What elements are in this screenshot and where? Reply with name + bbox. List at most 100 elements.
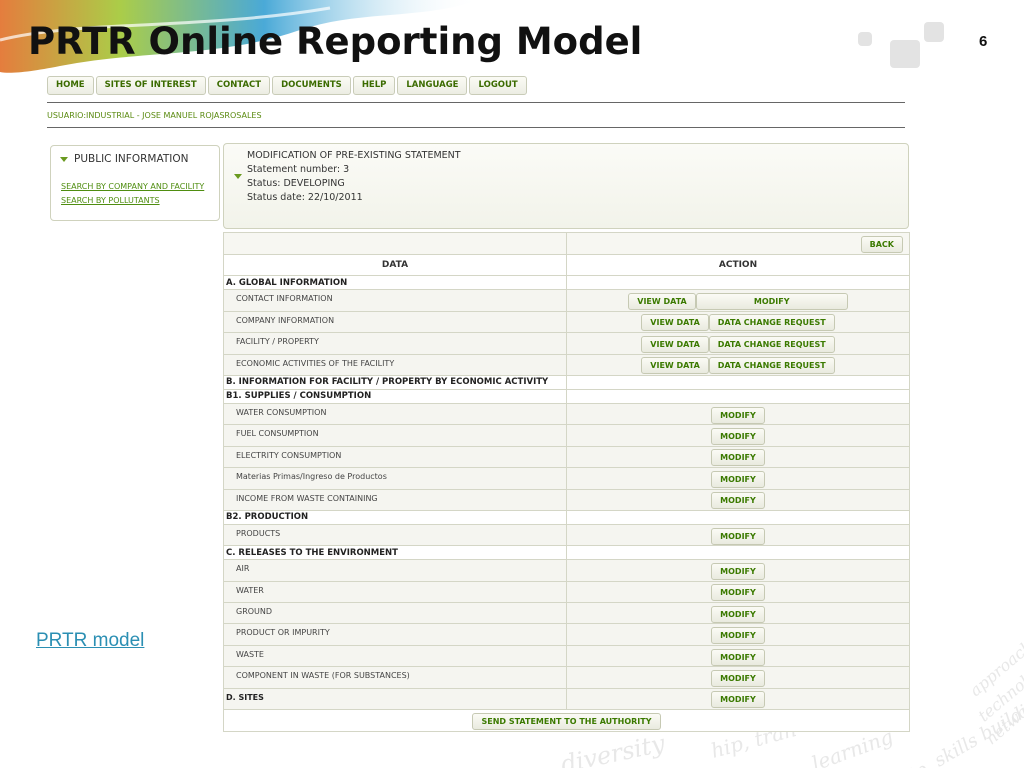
row-label: COMPANY INFORMATION [223, 310, 567, 334]
row-label: ECONOMIC ACTIVITIES OF THE FACILITY [223, 353, 567, 376]
table-footer-row: SEND STATEMENT TO THE AUTHORITY [223, 709, 910, 733]
section-row: C. RELEASES TO THE ENVIRONMENT [223, 545, 910, 561]
section-label: B1. SUPPLIES / CONSUMPTION [223, 388, 567, 404]
data-change-request-button[interactable]: DATA CHANGE REQUEST [708, 357, 835, 375]
send-statement-button[interactable]: SEND STATEMENT TO THE AUTHORITY [472, 713, 661, 731]
column-header-action: ACTION [566, 253, 910, 277]
row-label: GROUND [223, 602, 567, 625]
view-data-button[interactable]: VIEW DATA [641, 357, 709, 375]
row-label: WASTE [223, 644, 567, 668]
view-data-button[interactable]: VIEW DATA [628, 293, 696, 311]
data-change-request-button[interactable]: DATA CHANGE REQUEST [708, 314, 835, 332]
modify-button[interactable]: MODIFY [711, 428, 765, 446]
modify-button[interactable]: MODIFY [711, 627, 765, 645]
panel-heading: PUBLIC INFORMATION [74, 153, 189, 165]
statement-number: Statement number: 3 [247, 164, 350, 175]
modify-button[interactable]: MODIFY [711, 584, 765, 602]
section-row: B2. PRODUCTION [223, 509, 910, 525]
modify-button[interactable]: MODIFY [711, 449, 765, 467]
row-label: AIR [223, 559, 567, 582]
divider [47, 127, 905, 128]
table-row: AIR MODIFY [223, 559, 910, 582]
modify-button[interactable]: MODIFY [711, 562, 765, 580]
table-row: COMPONENT IN WASTE (FOR SUBSTANCES) MODIF… [223, 666, 910, 689]
divider [47, 102, 905, 103]
section-label: C. RELEASES TO THE ENVIRONMENT [223, 545, 567, 561]
section-label: A. GLOBAL INFORMATION [223, 275, 567, 291]
row-label: COMPONENT IN WASTE (FOR SUBSTANCES) [223, 666, 567, 689]
view-data-button[interactable]: VIEW DATA [641, 314, 709, 332]
row-label: PRODUCTS [223, 523, 567, 547]
slide-title: PRTR Online Reporting Model [28, 20, 643, 63]
modify-button[interactable]: MODIFY [711, 406, 765, 424]
row-label: CONTACT INFORMATION [223, 289, 567, 312]
nav-contact-button[interactable]: CONTACT [207, 76, 271, 95]
top-navigation: HOME SITES OF INTEREST CONTACT DOCUMENTS… [47, 76, 527, 95]
nav-logout-button[interactable]: LOGOUT [469, 76, 527, 95]
modify-button[interactable]: MODIFY [711, 648, 765, 666]
table-row: FACILITY / PROPERTY VIEW DATA DATA CHANGE … [223, 332, 910, 355]
statement-date: Status date: 22/10/2011 [247, 192, 363, 203]
data-change-request-button[interactable]: DATA CHANGE REQUEST [708, 335, 835, 353]
modify-button[interactable]: MODIFY [711, 527, 765, 545]
slide-number: 6 [979, 33, 988, 50]
row-label: FUEL CONSUMPTION [223, 424, 567, 447]
modify-button[interactable]: MODIFY [711, 470, 765, 488]
collapse-triangle-icon[interactable] [234, 174, 242, 179]
table-toolbar-row: BACK [223, 232, 910, 255]
statement-info-box: MODIFICATION OF PRE-EXISTING STATEMENT S… [223, 143, 909, 229]
table-row: WASTE MODIFY [223, 644, 910, 668]
search-by-pollutants-link[interactable]: SEARCH BY POLLUTANTS [61, 196, 160, 205]
statement-data-table: BACK DATA ACTION A. GLOBAL INFORMATION CO… [223, 232, 910, 733]
table-row: GROUND MODIFY [223, 602, 910, 625]
table-row: D. SITES MODIFY [223, 687, 910, 711]
modify-button[interactable]: MODIFY [695, 293, 848, 311]
section-label: B2. PRODUCTION [223, 509, 567, 525]
table-row: Materias Primas/Ingreso de Productos MODI… [223, 467, 910, 490]
table-row: INCOME FROM WASTE CONTAINING MODIFY [223, 488, 910, 511]
back-button[interactable]: BACK [860, 236, 903, 253]
row-label: Materias Primas/Ingreso de Productos [223, 467, 567, 490]
row-label: D. SITES [223, 687, 567, 711]
panel-header[interactable]: PUBLIC INFORMATION [60, 153, 188, 165]
current-user-label: USUARIO:INDUSTRIAL - JOSE MANUEL ROJASRO… [47, 111, 262, 120]
column-header-data: DATA [223, 253, 567, 277]
section-label: B. INFORMATION FOR FACILITY / PROPERTY B… [223, 374, 567, 390]
nav-sites-of-interest-button[interactable]: SITES OF INTEREST [95, 76, 206, 95]
modify-button[interactable]: MODIFY [711, 492, 765, 510]
row-label: PRODUCT OR IMPURITY [223, 623, 567, 646]
table-row: PRODUCTS MODIFY [223, 523, 910, 547]
table-row: ELECTRITY CONSUMPTION MODIFY [223, 445, 910, 469]
nav-home-button[interactable]: HOME [47, 76, 94, 95]
nav-language-button[interactable]: LANGUAGE [397, 76, 468, 95]
table-row: PRODUCT OR IMPURITY MODIFY [223, 623, 910, 646]
table-header-row: DATA ACTION [223, 253, 910, 277]
row-label: INCOME FROM WASTE CONTAINING [223, 488, 567, 511]
section-row: B. INFORMATION FOR FACILITY / PROPERTY B… [223, 374, 910, 390]
table-row: WATER MODIFY [223, 580, 910, 604]
row-label: WATER [223, 580, 567, 604]
table-row: WATER CONSUMPTION MODIFY [223, 402, 910, 426]
nav-help-button[interactable]: HELP [352, 76, 396, 95]
nav-documents-button[interactable]: DOCUMENTS [272, 76, 351, 95]
statement-status: Status: DEVELOPING [247, 178, 345, 189]
table-row: ECONOMIC ACTIVITIES OF THE FACILITY VIEW … [223, 353, 910, 376]
table-row: FUEL CONSUMPTION MODIFY [223, 424, 910, 447]
row-label: WATER CONSUMPTION [223, 402, 567, 426]
prtr-model-link[interactable]: PRTR model [36, 630, 144, 652]
squares-decoration [850, 18, 960, 78]
expand-triangle-icon [60, 156, 68, 162]
modify-button[interactable]: MODIFY [711, 669, 765, 687]
table-row: CONTACT INFORMATION VIEW DATA MODIFY [223, 289, 910, 312]
public-information-panel: PUBLIC INFORMATION SEARCH BY COMPANY AND… [50, 145, 220, 221]
row-label: ELECTRITY CONSUMPTION [223, 445, 567, 469]
modify-button[interactable]: MODIFY [711, 605, 765, 623]
view-data-button[interactable]: VIEW DATA [641, 335, 709, 353]
section-row: A. GLOBAL INFORMATION [223, 275, 910, 291]
table-row: COMPANY INFORMATION VIEW DATA DATA CHANGE … [223, 310, 910, 334]
modify-button[interactable]: MODIFY [711, 691, 765, 709]
search-by-company-link[interactable]: SEARCH BY COMPANY AND FACILITY [61, 182, 204, 191]
statement-title: MODIFICATION OF PRE-EXISTING STATEMENT [247, 150, 461, 161]
section-row: B1. SUPPLIES / CONSUMPTION [223, 388, 910, 404]
row-label: FACILITY / PROPERTY [223, 332, 567, 355]
